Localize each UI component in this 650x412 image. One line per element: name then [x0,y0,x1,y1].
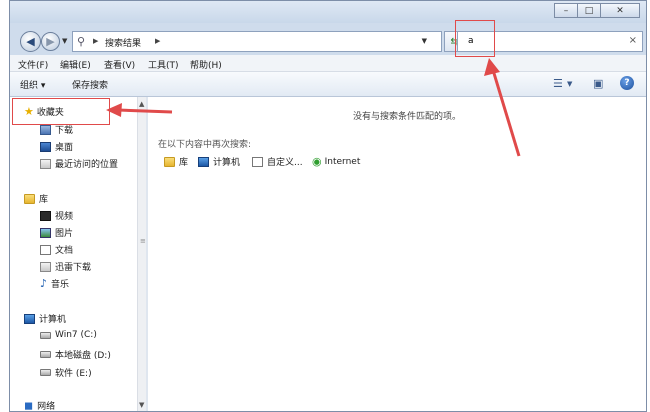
save-search-button[interactable]: 保存搜索 [72,78,108,91]
download-folder-icon [40,124,51,135]
menu-tools[interactable]: 工具(T) [148,58,179,71]
menu-view[interactable]: 查看(V) [104,58,135,71]
search-again-computer[interactable]: 计算机 [198,155,240,168]
scroll-down-icon[interactable]: ▼ [139,401,144,409]
address-bar-row: ◀ ▶ ▼ ⚲ ▶ 搜索结果 ▶ ▼ ⇆ a × [10,27,646,53]
clear-search-icon[interactable]: × [629,35,637,46]
drive-c-icon [40,331,51,339]
help-icon: ? [624,78,630,88]
location-label: Internet [324,156,361,167]
nav-item-label: 迅雷下载 [55,263,92,273]
nav-libraries-label: 库 [39,195,49,205]
nav-item-drive-d[interactable]: 本地磁盘 (D:) [40,348,111,361]
chevron-right-icon[interactable]: ▶ [155,37,160,45]
navigation-pane: ★ 收藏夹 下载 桌面 最近访问的位置 库 视频 图片 文档 迅雷下载 ♪ 音乐… [10,97,146,412]
picture-icon [40,227,51,238]
menu-edit[interactable]: 编辑(E) [60,58,91,71]
nav-item-label: 视频 [55,212,74,222]
nav-item-label: 软件 (E:) [55,369,92,379]
view-options-dropdown-icon[interactable]: ▼ [567,80,572,88]
internet-explorer-icon: ◉ [312,155,322,168]
scroll-up-icon[interactable]: ▲ [139,100,144,108]
nav-item-label: Win7 (C:) [55,330,97,340]
no-results-message: 没有与搜索条件匹配的项。 [353,112,462,122]
menu-file[interactable]: 文件(F) [18,58,48,71]
document-icon [40,244,51,255]
nav-item-label: 图片 [55,229,74,239]
search-again-libraries[interactable]: 库 [164,155,188,168]
nav-item-label: 音乐 [51,280,70,290]
nav-network[interactable]: ◼ 网络 [24,399,56,412]
nav-item-label: 文档 [55,246,74,256]
music-icon: ♪ [40,277,48,290]
scroll-thumb-grip-icon[interactable]: ≡ [140,237,146,245]
library-icon [164,156,175,167]
nav-item-desktop[interactable]: 桌面 [40,140,73,153]
close-icon: ✕ [616,5,624,16]
nav-network-label: 网络 [37,402,56,412]
nav-item-drive-c[interactable]: Win7 (C:) [40,330,97,340]
computer-icon [24,313,35,324]
computer-icon [198,156,209,167]
view-options-icon[interactable]: ☰ [553,77,563,90]
forward-arrow-icon: ▶ [46,35,55,48]
location-label: 自定义... [267,158,303,168]
minimize-button[interactable]: – [554,3,578,18]
nav-item-recent-places[interactable]: 最近访问的位置 [40,157,118,170]
drive-d-icon [40,351,51,358]
window-controls: – □ ✕ [554,3,640,18]
nav-computer-label: 计算机 [39,315,67,325]
nav-item-pictures[interactable]: 图片 [40,226,73,239]
address-bar[interactable]: ⚲ ▶ 搜索结果 ▶ ▼ [72,31,442,52]
network-icon: ◼ [24,399,34,412]
breadcrumb-search-results[interactable]: 搜索结果 [105,36,141,49]
nav-item-label: 桌面 [55,143,74,153]
chevron-right-icon[interactable]: ▶ [93,37,98,45]
preview-pane-icon[interactable]: ▣ [593,77,603,90]
explorer-window: – □ ✕ ◀ ▶ ▼ ⚲ ▶ 搜索结果 ▶ ▼ ⇆ a × 文件(F) 编辑(… [9,0,647,412]
video-icon [40,210,51,221]
menu-help[interactable]: 帮助(H) [190,58,222,71]
address-dropdown-icon[interactable]: ▼ [422,37,427,45]
title-bar: – □ ✕ [10,1,646,23]
recent-pages-dropdown[interactable]: ▼ [62,37,67,45]
nav-item-documents[interactable]: 文档 [40,243,73,256]
nav-libraries[interactable]: 库 [24,192,48,205]
drive-e-icon [40,369,51,376]
nav-computer[interactable]: 计算机 [24,312,66,325]
nav-item-label: 最近访问的位置 [55,160,119,170]
maximize-button[interactable]: □ [577,3,601,18]
help-button[interactable]: ? [620,76,634,90]
command-bar: 组织 ▾ 保存搜索 ☰ ▼ ▣ ? [10,72,646,97]
recent-places-icon [40,158,51,169]
menu-bar: 文件(F) 编辑(E) 查看(V) 工具(T) 帮助(H) [10,55,646,72]
location-label: 计算机 [213,158,241,168]
library-icon [24,193,35,204]
nav-item-thunder-download[interactable]: 迅雷下载 [40,260,91,273]
location-label: 库 [179,158,189,168]
thunder-download-icon [40,261,51,272]
search-box-highlight [455,20,495,57]
results-pane: 没有与搜索条件匹配的项。 在以下内容中再次搜索: 库 计算机 自定义... ◉ … [148,97,646,411]
nav-item-videos[interactable]: 视频 [40,209,73,222]
back-button[interactable]: ◀ [20,31,41,52]
back-arrow-icon: ◀ [26,35,35,48]
custom-location-icon [252,156,263,167]
search-again-label: 在以下内容中再次搜索: [158,140,252,150]
close-button[interactable]: ✕ [600,3,640,18]
search-again-internet[interactable]: ◉ Internet [312,155,360,168]
nav-item-label: 本地磁盘 (D:) [55,351,111,361]
minimize-icon: – [563,5,569,16]
favorites-highlight [12,98,110,125]
nav-item-drive-e[interactable]: 软件 (E:) [40,366,92,379]
search-again-custom[interactable]: 自定义... [252,155,303,168]
forward-button[interactable]: ▶ [41,32,60,51]
maximize-icon: □ [584,5,594,16]
desktop-icon [40,141,51,152]
organize-button[interactable]: 组织 ▾ [20,78,45,91]
search-results-icon: ⚲ [77,35,86,48]
nav-item-music[interactable]: ♪ 音乐 [40,277,69,290]
